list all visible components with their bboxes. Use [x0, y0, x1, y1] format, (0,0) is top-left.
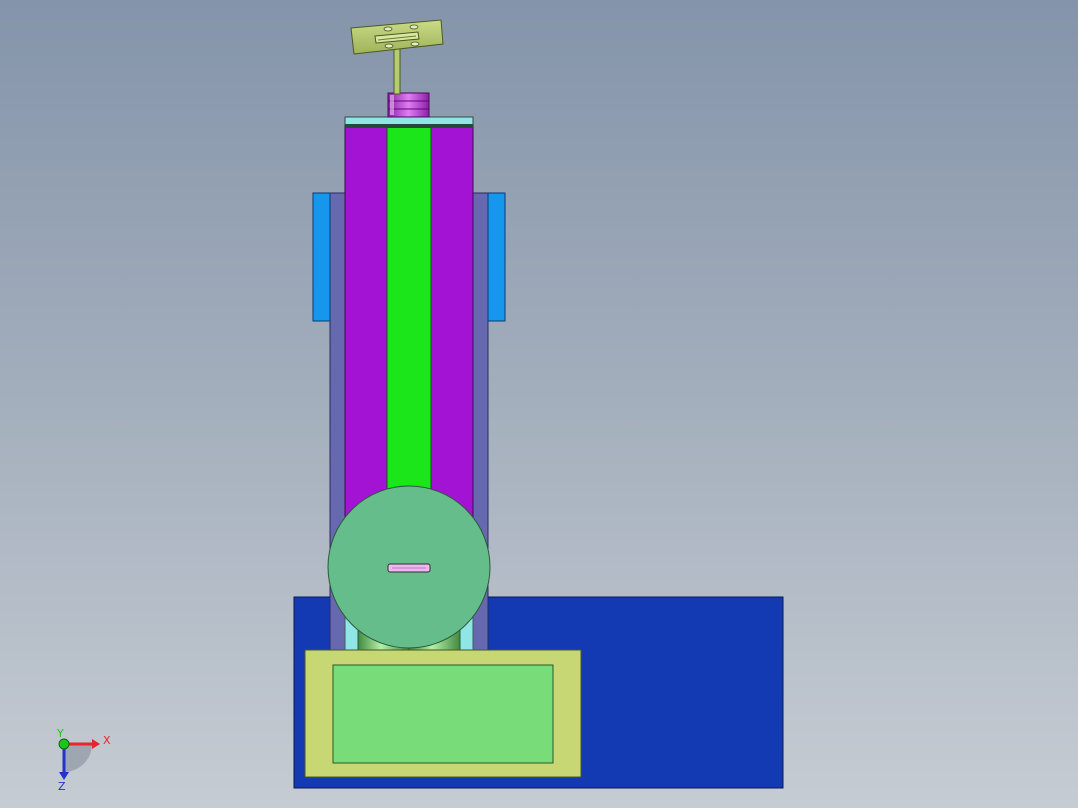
- triad-z-label: Z: [58, 780, 66, 793]
- side-guide-left[interactable]: [312, 192, 331, 322]
- lead-screw[interactable]: [386, 123, 432, 495]
- handwheel[interactable]: [350, 19, 444, 55]
- keyway-slot: [387, 563, 431, 573]
- triad-x-label: X: [103, 734, 111, 747]
- side-guide-right[interactable]: [487, 192, 506, 322]
- motor-housing[interactable]: [327, 485, 491, 649]
- coordinate-triad-icon: X Y Z: [56, 727, 111, 793]
- gearbox[interactable]: [332, 664, 554, 764]
- cad-viewport[interactable]: X Y Z: [0, 0, 1078, 808]
- triad-y-label: Y: [56, 727, 64, 740]
- top-cap[interactable]: [344, 116, 474, 128]
- nut-assembly[interactable]: [387, 92, 430, 118]
- model-canvas[interactable]: X Y Z: [0, 0, 1078, 808]
